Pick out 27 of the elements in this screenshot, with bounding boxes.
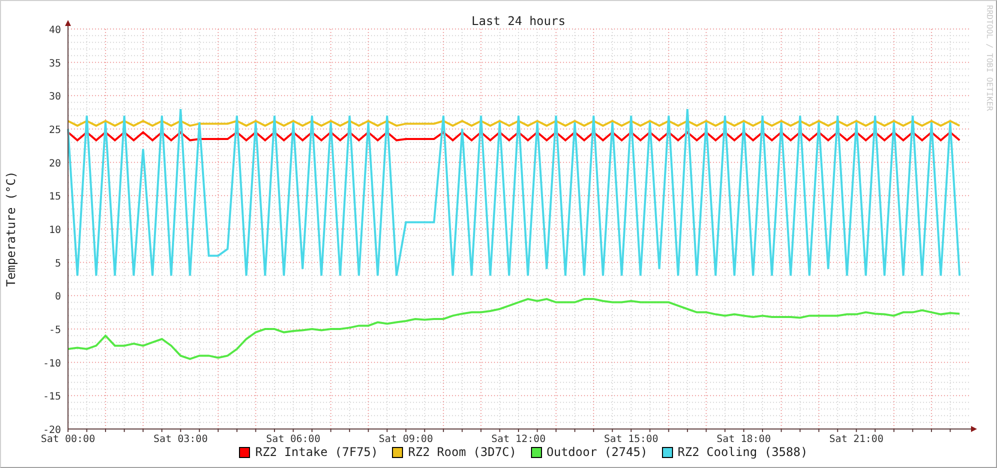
y-tick-label: 30 [48,92,61,103]
y-tick-label: 10 [48,225,61,236]
x-tick-label: Sat 09:00 [378,434,433,445]
x-tick-label: Sat 06:00 [266,434,320,445]
legend-label: RZ2 Cooling (3588) [678,445,808,459]
x-tick-label: Sat 18:00 [716,434,771,445]
y-tick-label: 35 [48,58,61,70]
y-tick-label: -10 [42,358,61,370]
x-tick-label: Sat 21:00 [829,434,884,445]
legend-label: Outdoor (2745) [546,445,648,459]
x-tick-label: Sat 00:00 [40,434,96,445]
x-tick-label: Sat 15:00 [604,434,658,445]
legend-label: RZ2 Intake (7F75) [255,445,378,459]
x-tick-label: Sat 03:00 [154,434,208,445]
y-tick-label: -5 [48,325,61,336]
chart-title: Last 24 hours [472,14,566,28]
y-tick-label: 0 [54,292,61,303]
legend-label: RZ2 Room (3D7C) [408,445,516,459]
y-tick-label: 20 [48,158,61,170]
y-tick-label: 40 [48,25,61,36]
y-tick-label: 25 [48,125,61,136]
y-axis-label: Temperature (°C) [4,171,18,287]
x-tick-label: Sat 12:00 [491,434,546,445]
y-tick-label: 15 [48,192,61,203]
y-tick-label: -20 [42,425,61,436]
y-tick-label: 5 [54,258,61,270]
y-tick-label: -15 [42,392,61,403]
